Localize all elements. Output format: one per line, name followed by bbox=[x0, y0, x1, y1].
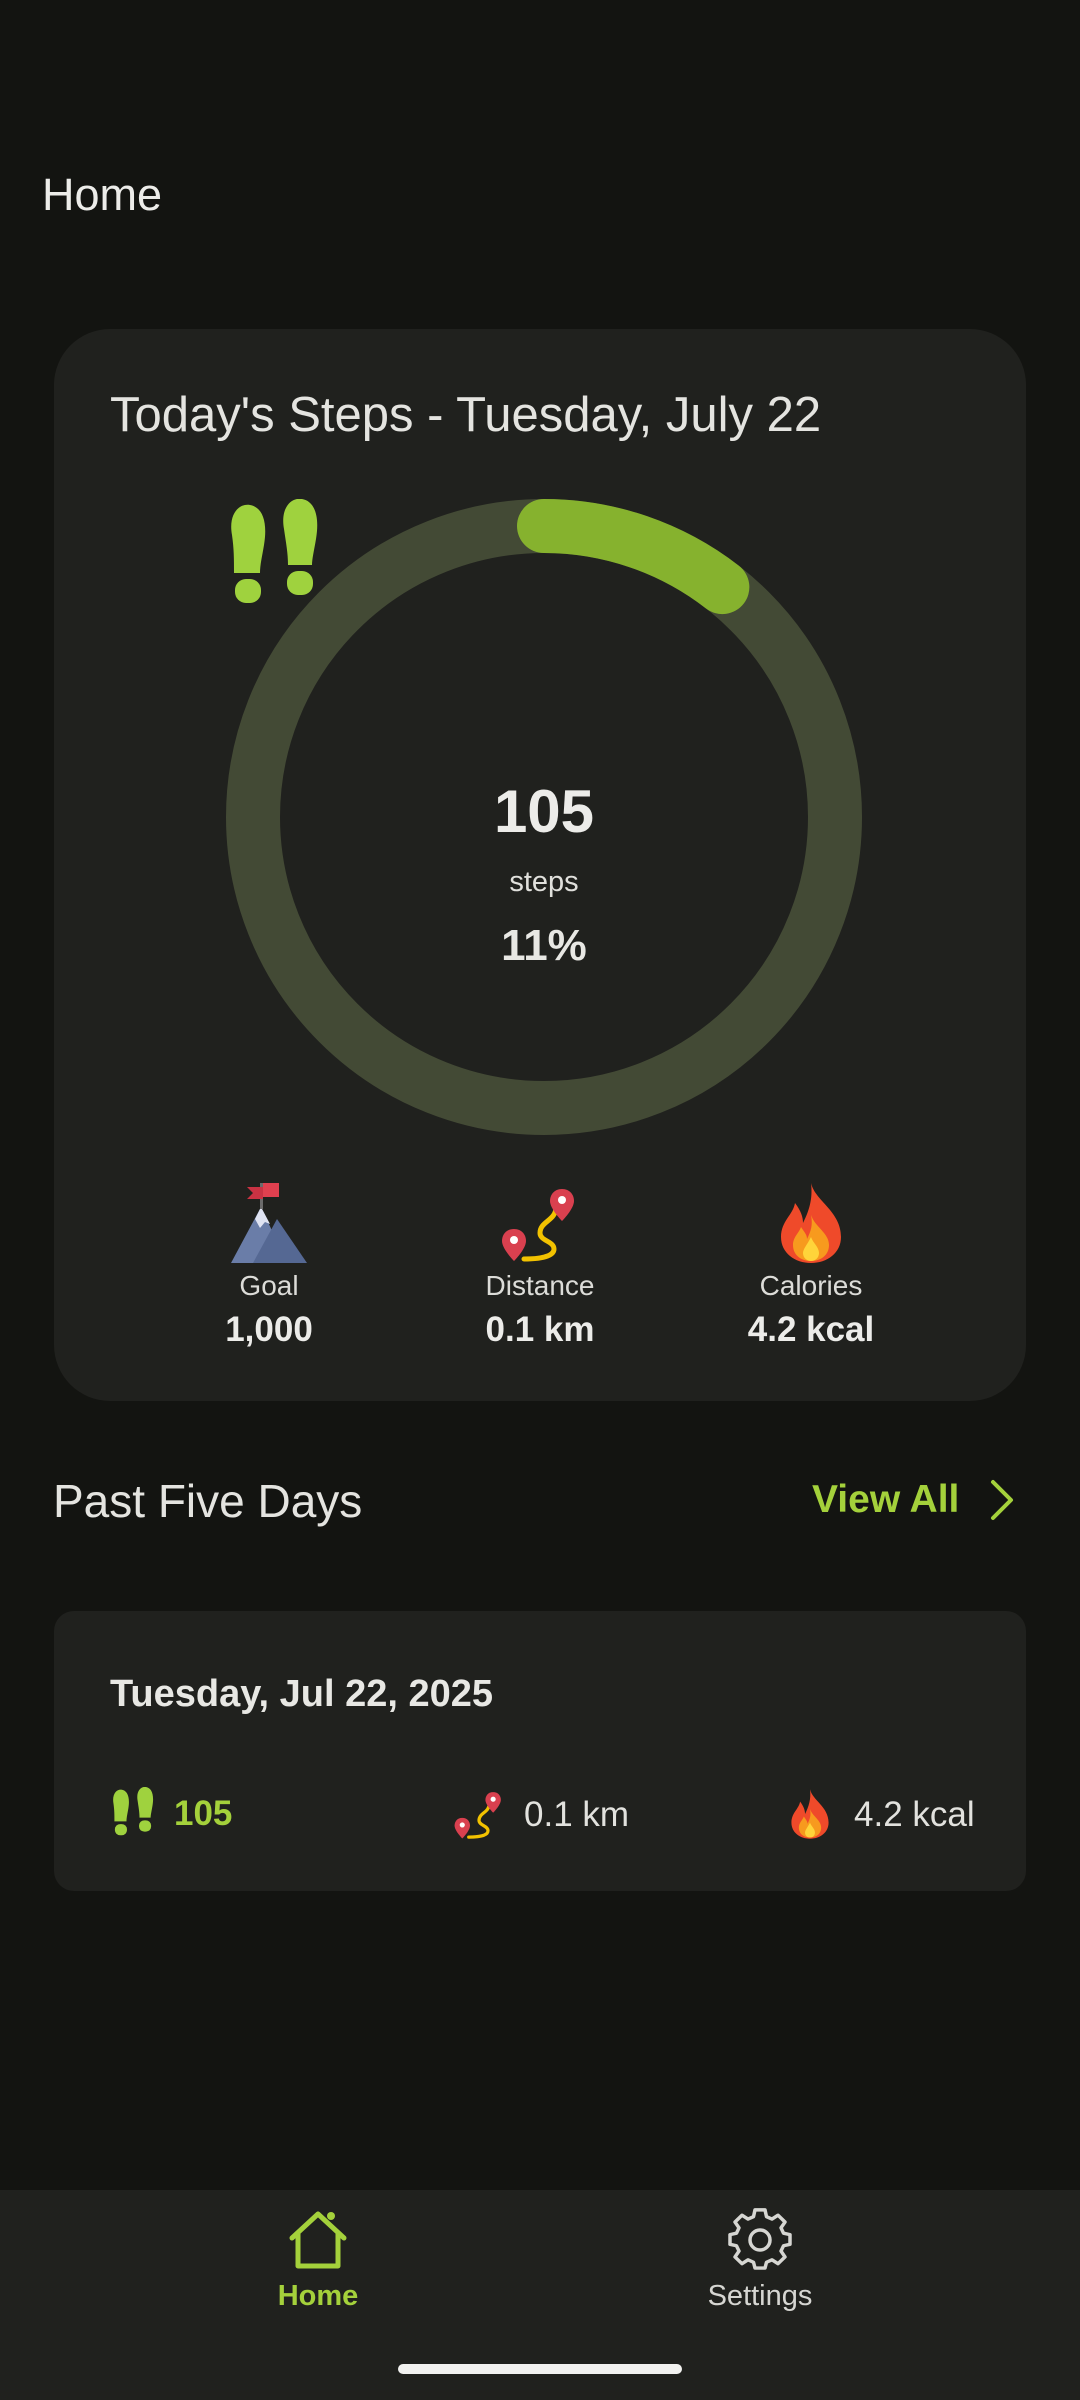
goal-label: Goal bbox=[239, 1270, 299, 1301]
nav-home[interactable]: Home bbox=[208, 2208, 428, 2311]
today-steps-card: Today's Steps - Tuesday, July 22 105 ste… bbox=[54, 329, 1026, 1401]
day-distance: 0.1 km bbox=[452, 1787, 629, 1841]
goal-value: 1,000 bbox=[225, 1309, 313, 1349]
footprints-icon bbox=[231, 499, 318, 603]
gear-icon bbox=[728, 2208, 792, 2270]
past-five-days-title: Past Five Days bbox=[53, 1475, 363, 1527]
nav-home-label: Home bbox=[277, 2280, 359, 2312]
calories-value: 4.2 kcal bbox=[747, 1309, 875, 1349]
fire-icon bbox=[791, 1789, 829, 1839]
step-count: 105 bbox=[493, 778, 595, 845]
day-steps-value: 105 bbox=[174, 1793, 233, 1833]
today-steps-title: Today's Steps - Tuesday, July 22 bbox=[110, 388, 822, 442]
day-calories-value: 4.2 kcal bbox=[854, 1794, 975, 1834]
view-all-button[interactable]: View All bbox=[812, 1478, 1017, 1522]
distance-label: Distance bbox=[485, 1270, 595, 1301]
gesture-home-indicator[interactable] bbox=[398, 2364, 682, 2374]
footprints-icon bbox=[113, 1787, 154, 1836]
mountain-flag-icon bbox=[231, 1183, 307, 1263]
goal-stat: Goal 1,000 bbox=[159, 1181, 379, 1349]
home-screen: Home Today's Steps - Tuesday, July 22 10… bbox=[0, 0, 1080, 2400]
nav-settings-label: Settings bbox=[707, 2280, 813, 2312]
day-calories: 4.2 kcal bbox=[784, 1787, 975, 1841]
calories-label: Calories bbox=[759, 1270, 863, 1301]
day-distance-value: 0.1 km bbox=[524, 1794, 630, 1834]
distance-value: 0.1 km bbox=[485, 1309, 595, 1349]
fire-icon bbox=[781, 1183, 841, 1263]
calories-stat: Calories 4.2 kcal bbox=[701, 1181, 921, 1349]
view-all-label: View All bbox=[812, 1477, 960, 1521]
day-summary-card[interactable]: Tuesday, Jul 22, 2025 105 0.1 km 4.2 kca… bbox=[54, 1611, 1026, 1891]
day-date: Tuesday, Jul 22, 2025 bbox=[110, 1673, 494, 1715]
day-steps: 105 bbox=[110, 1787, 232, 1839]
home-icon bbox=[289, 2211, 347, 2269]
route-pins-icon bbox=[502, 1189, 574, 1262]
progress-percent: 11% bbox=[501, 921, 587, 970]
chevron-right-icon bbox=[991, 1480, 1014, 1520]
page-title: Home bbox=[42, 169, 163, 220]
progress-ring-center: 105 steps 11% bbox=[226, 499, 862, 1135]
nav-settings[interactable]: Settings bbox=[650, 2208, 870, 2311]
distance-stat: Distance 0.1 km bbox=[430, 1181, 650, 1349]
step-unit-label: steps bbox=[509, 866, 579, 898]
step-progress-ring: 105 steps 11% bbox=[226, 499, 862, 1135]
route-pins-icon bbox=[454, 1792, 501, 1839]
